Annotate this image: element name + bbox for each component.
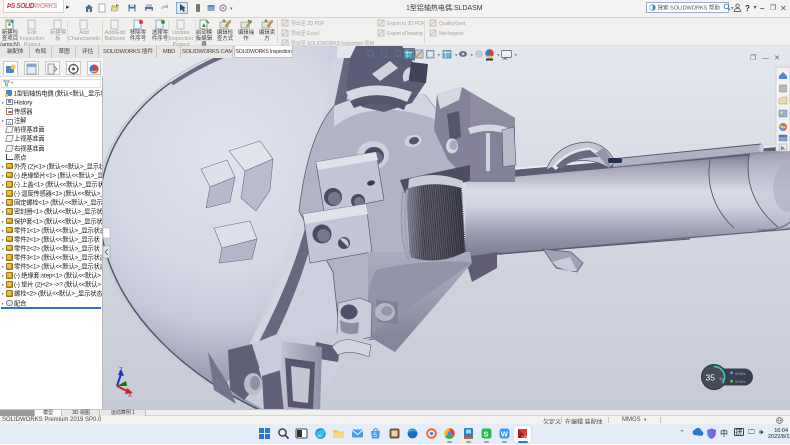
svg-text:SW: SW <box>521 434 528 439</box>
svg-text:—: — <box>762 55 769 62</box>
svg-text:S: S <box>484 430 489 439</box>
svg-text:❐: ❐ <box>750 54 756 62</box>
svg-text:%: % <box>720 377 724 382</box>
svg-text:0KB/s: 0KB/s <box>735 379 746 384</box>
svg-text:Z: Z <box>119 368 123 374</box>
svg-text:S: S <box>373 433 377 439</box>
svg-text:35: 35 <box>706 373 716 383</box>
svg-text:W: W <box>501 430 509 439</box>
svg-text:✕: ✕ <box>774 55 780 62</box>
svg-text:0KB/s: 0KB/s <box>735 371 746 376</box>
svg-text:X: X <box>128 393 132 399</box>
